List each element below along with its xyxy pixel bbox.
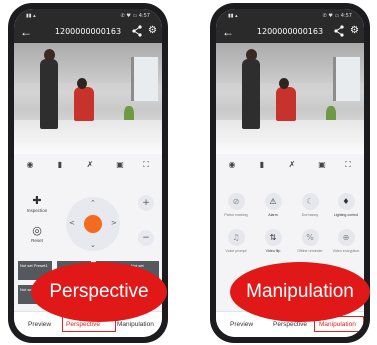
video-person-head xyxy=(246,49,257,61)
patrol-marking-button[interactable]: ⊘ Patrol marking xyxy=(219,193,253,217)
video-flip-icon: ⇅ xyxy=(264,229,282,246)
status-bar: ▮▮ ▴ ✆ ♥ ▭ 4:57 xyxy=(14,9,162,22)
video-encryption-label: Video encryption xyxy=(332,249,360,253)
camera-snapshot-icon[interactable]: ◉ xyxy=(226,159,238,170)
video-desk xyxy=(216,120,364,154)
reset-icon: ◎ xyxy=(32,224,42,237)
dormancy-label: Dormancy xyxy=(301,213,319,217)
alarm-icon: ⚠ xyxy=(264,193,282,210)
video-encryption-icon: ⊕ xyxy=(337,229,355,246)
mute-icon[interactable]: ✗ xyxy=(286,159,298,170)
video-person-head xyxy=(77,78,87,89)
fullscreen-icon[interactable]: ⛶ xyxy=(140,159,152,170)
perspective-callout-badge: Perspective xyxy=(31,262,167,322)
voice-prompt-label: Voice prompt xyxy=(225,249,247,253)
offline-reminder-label: Offline reminder xyxy=(297,249,323,253)
status-right: ✆ ♥ ▭ 4:57 xyxy=(322,13,352,19)
manipulation-callout-badge: Manipulation xyxy=(230,262,370,322)
camera-video-feed[interactable] xyxy=(14,43,162,154)
reset-button[interactable]: ◎ Reset xyxy=(20,224,54,244)
video-toolbar: ◉ ▮ ✗ ▣ ⛶ xyxy=(216,158,364,172)
record-video-icon[interactable]: ▮ xyxy=(256,159,268,170)
alarm-button[interactable]: ⚠ Alarm xyxy=(256,193,290,217)
fullscreen-icon[interactable]: ⛶ xyxy=(342,159,354,170)
arrow-down-icon[interactable]: ⌄ xyxy=(90,241,96,249)
status-right: ✆ ♥ ▭ 4:57 xyxy=(120,13,150,19)
arrow-right-icon[interactable]: > xyxy=(111,219,117,227)
alarm-label: Alarm xyxy=(268,213,278,217)
inspection-label: Inspection xyxy=(26,208,48,213)
video-person-red xyxy=(74,87,94,121)
share-icon[interactable] xyxy=(132,25,142,37)
camera-video-feed[interactable] xyxy=(216,43,364,154)
video-flip-button[interactable]: ⇅ Video flip xyxy=(256,229,290,253)
status-left: ▮▮ ▴ xyxy=(26,13,36,19)
offline-reminder-button[interactable]: % Offline reminder xyxy=(293,229,327,253)
offline-reminder-icon: % xyxy=(301,229,319,246)
video-person-dark xyxy=(242,59,260,129)
app-header: ← 1200000000163 ⚙ xyxy=(216,22,364,43)
video-encryption-button[interactable]: ⊕ Video encryption xyxy=(329,229,363,253)
status-bar: ▮▮ ▴ ✆ ♥ ▭ 4:57 xyxy=(216,9,364,22)
tab-perspective[interactable]: Perspective xyxy=(273,321,307,328)
zoom-out-icon[interactable]: − xyxy=(138,230,154,246)
voice-prompt-icon: ♫ xyxy=(227,229,245,246)
tab-preview[interactable]: Preview xyxy=(28,321,51,328)
arrow-up-icon[interactable]: ⌃ xyxy=(90,199,96,207)
ptz-controls: ✚ Inspection ◎ Reset ⌃ ⌄ < > + − xyxy=(14,175,162,275)
quality-icon[interactable]: ▣ xyxy=(316,159,328,170)
video-window xyxy=(333,57,360,101)
mute-icon[interactable]: ✗ xyxy=(84,159,96,170)
lighting-control-button[interactable]: ♦ Lighting control xyxy=(329,193,363,217)
video-flip-label: Video flip xyxy=(265,249,281,253)
video-person-head xyxy=(279,78,289,89)
video-toolbar: ◉ ▮ ✗ ▣ ⛶ xyxy=(14,158,162,172)
inspection-button[interactable]: ✚ Inspection xyxy=(20,194,54,214)
patrol-marking-label: Patrol marking xyxy=(224,213,248,217)
voice-prompt-button[interactable]: ♫ Voice prompt xyxy=(219,229,253,253)
video-desk xyxy=(14,120,162,154)
tab-manipulation[interactable]: Manipulation xyxy=(117,321,154,328)
dormancy-icon: ☾ xyxy=(301,193,319,210)
camera-snapshot-icon[interactable]: ◉ xyxy=(24,159,36,170)
center-control-dot[interactable] xyxy=(84,215,102,233)
status-left: ▮▮ ▴ xyxy=(228,13,238,19)
reset-label: Reset xyxy=(31,238,43,243)
inspection-icon: ✚ xyxy=(32,194,42,207)
video-person-red xyxy=(276,87,296,121)
tab-preview[interactable]: Preview xyxy=(230,321,253,328)
quality-icon[interactable]: ▣ xyxy=(114,159,126,170)
share-icon[interactable] xyxy=(334,25,344,37)
gear-icon[interactable]: ⚙ xyxy=(350,26,359,36)
video-window xyxy=(131,57,158,101)
video-person-head xyxy=(44,49,55,61)
gear-icon[interactable]: ⚙ xyxy=(148,26,157,36)
dormancy-button[interactable]: ☾ Dormancy xyxy=(293,193,327,217)
patrol-marking-icon: ⊘ xyxy=(227,193,245,210)
zoom-in-icon[interactable]: + xyxy=(138,195,154,211)
direction-pad[interactable]: ⌃ ⌄ < > xyxy=(66,197,120,251)
video-person-dark xyxy=(40,59,58,129)
lighting-control-icon: ♦ xyxy=(337,193,355,210)
lighting-control-label: Lighting control xyxy=(333,213,359,217)
app-header: ← 1200000000163 ⚙ xyxy=(14,22,162,43)
arrow-left-icon[interactable]: < xyxy=(69,219,75,227)
record-video-icon[interactable]: ▮ xyxy=(54,159,66,170)
